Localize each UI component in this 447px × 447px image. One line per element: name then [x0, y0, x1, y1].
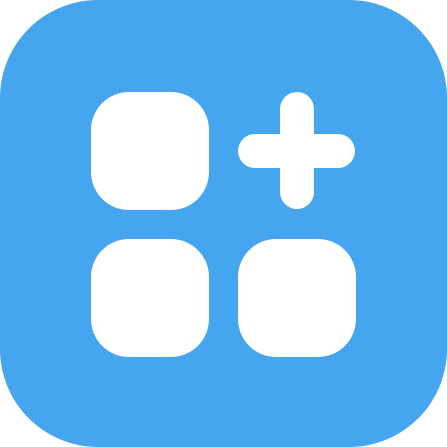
- app-icon-canvas: [0, 0, 447, 447]
- add-widget-icon: [0, 0, 447, 447]
- tile-bottom-right: [238, 239, 356, 357]
- icon-background: [0, 0, 447, 447]
- tile-top-left: [91, 92, 209, 210]
- plus-vertical-bar: [280, 92, 314, 209]
- tile-bottom-left: [91, 239, 209, 357]
